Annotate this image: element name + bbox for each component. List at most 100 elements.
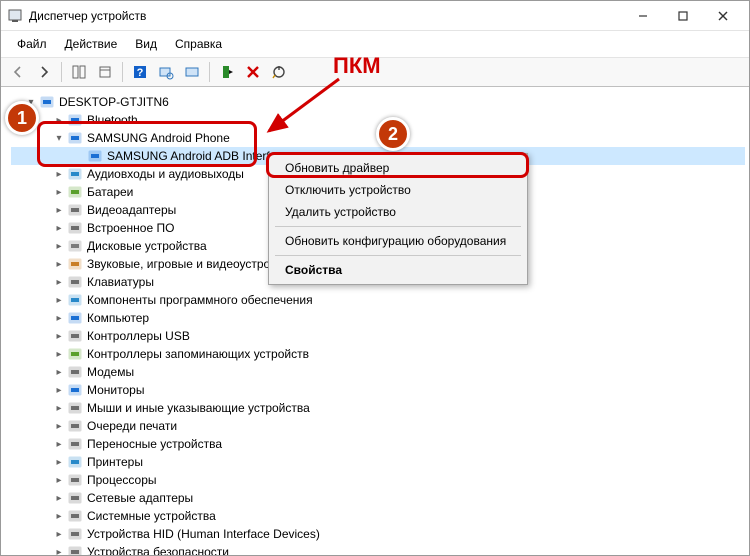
expand-icon[interactable]: ▸ bbox=[53, 403, 65, 414]
tree-category[interactable]: ▸ Устройства безопасности bbox=[11, 543, 745, 555]
tb-forward-button[interactable] bbox=[33, 61, 55, 83]
tb-uninstall-button[interactable] bbox=[242, 61, 264, 83]
tree-category-label: Мониторы bbox=[87, 383, 144, 397]
minimize-button[interactable] bbox=[623, 3, 663, 29]
phone-icon bbox=[67, 130, 83, 146]
toolbar-separator bbox=[209, 62, 210, 82]
annotation-step-2: 2 bbox=[376, 117, 410, 151]
tb-show-hide-tree-button[interactable] bbox=[68, 61, 90, 83]
tree-category-label: Контроллеры USB bbox=[87, 329, 190, 343]
audio-icon bbox=[67, 166, 83, 182]
phone-icon bbox=[87, 148, 103, 164]
expand-icon[interactable]: ▸ bbox=[53, 223, 65, 234]
expand-icon[interactable]: ▸ bbox=[53, 241, 65, 252]
window-title: Диспетчер устройств bbox=[29, 9, 623, 23]
tree-category-label: Компьютер bbox=[87, 311, 149, 325]
tb-disable-button[interactable] bbox=[268, 61, 290, 83]
expand-icon[interactable]: ▸ bbox=[53, 277, 65, 288]
expand-icon[interactable]: ▸ bbox=[53, 385, 65, 396]
expand-icon[interactable]: ▸ bbox=[53, 367, 65, 378]
security-icon bbox=[67, 544, 83, 555]
expand-icon[interactable]: ▸ bbox=[53, 169, 65, 180]
tree-root-label: DESKTOP-GTJITN6 bbox=[59, 95, 169, 109]
tree-category-label: Мыши и иные указывающие устройства bbox=[87, 401, 310, 415]
expand-icon[interactable]: ▸ bbox=[53, 511, 65, 522]
tree-category[interactable]: ▸ Процессоры bbox=[11, 471, 745, 489]
tree-category[interactable]: ▸ Модемы bbox=[11, 363, 745, 381]
tree-category-label: Переносные устройства bbox=[87, 437, 222, 451]
context-menu-item[interactable]: Обновить драйвер bbox=[271, 157, 525, 179]
tree-category[interactable]: ▸ Сетевые адаптеры bbox=[11, 489, 745, 507]
maximize-button[interactable] bbox=[663, 3, 703, 29]
expand-icon[interactable]: ▸ bbox=[53, 349, 65, 360]
tree-category[interactable]: ▸ Мыши и иные указывающие устройства bbox=[11, 399, 745, 417]
tree-category[interactable]: ▸ Принтеры bbox=[11, 453, 745, 471]
tree-category-label: Модемы bbox=[87, 365, 134, 379]
tb-properties-button[interactable] bbox=[94, 61, 116, 83]
printer-icon bbox=[67, 454, 83, 470]
modem-icon bbox=[67, 364, 83, 380]
context-menu-item[interactable]: Отключить устройство bbox=[271, 179, 525, 201]
annotation-step-1: 1 bbox=[5, 101, 39, 135]
tree-category[interactable]: ▸ Устройства HID (Human Interface Device… bbox=[11, 525, 745, 543]
printqueue-icon bbox=[67, 418, 83, 434]
tree-category-label: Видеоадаптеры bbox=[87, 203, 176, 217]
tree-category[interactable]: ▸ Контроллеры USB bbox=[11, 327, 745, 345]
expand-icon[interactable]: ▸ bbox=[53, 313, 65, 324]
expand-icon[interactable]: ▸ bbox=[53, 547, 65, 556]
expand-icon[interactable]: ▸ bbox=[53, 529, 65, 540]
tree-category[interactable]: ▸ Контроллеры запоминающих устройств bbox=[11, 345, 745, 363]
expand-icon[interactable]: ▸ bbox=[53, 187, 65, 198]
tree-category[interactable]: ▸ Мониторы bbox=[11, 381, 745, 399]
expand-icon[interactable]: ▸ bbox=[53, 457, 65, 468]
context-menu-separator bbox=[275, 255, 521, 256]
firmware-icon bbox=[67, 220, 83, 236]
tb-scan-hardware-button[interactable] bbox=[155, 61, 177, 83]
tb-help-button[interactable]: ? bbox=[129, 61, 151, 83]
menu-view[interactable]: Вид bbox=[127, 35, 165, 53]
storage-icon bbox=[67, 346, 83, 362]
tree-category-label: Звуковые, игровые и видеоустрой bbox=[87, 257, 277, 271]
software-icon bbox=[67, 292, 83, 308]
tree-category[interactable]: ▸ Переносные устройства bbox=[11, 435, 745, 453]
tb-enable-button[interactable] bbox=[216, 61, 238, 83]
device-manager-window: Диспетчер устройств Файл Действие Вид Сп… bbox=[0, 0, 750, 556]
expand-icon[interactable]: ▸ bbox=[53, 421, 65, 432]
system-icon bbox=[67, 508, 83, 524]
menu-help[interactable]: Справка bbox=[167, 35, 230, 53]
expand-icon[interactable]: ▾ bbox=[53, 133, 65, 144]
context-menu-item[interactable]: Удалить устройство bbox=[271, 201, 525, 223]
mouse-icon bbox=[67, 400, 83, 416]
keyboard-icon bbox=[67, 274, 83, 290]
expand-icon[interactable]: ▸ bbox=[53, 475, 65, 486]
tree-category-label: Системные устройства bbox=[87, 509, 216, 523]
expand-icon[interactable]: ▸ bbox=[53, 331, 65, 342]
menu-file[interactable]: Файл bbox=[9, 35, 55, 53]
tree-category[interactable]: ▸ Очереди печати bbox=[11, 417, 745, 435]
expand-icon[interactable]: ▸ bbox=[53, 439, 65, 450]
battery-icon bbox=[67, 184, 83, 200]
tree-root[interactable]: ▾ DESKTOP-GTJITN6 bbox=[11, 93, 745, 111]
expand-icon[interactable]: ▸ bbox=[53, 115, 65, 126]
context-menu-item[interactable]: Свойства bbox=[271, 259, 525, 281]
tree-category-label: Сетевые адаптеры bbox=[87, 491, 193, 505]
expand-icon[interactable]: ▸ bbox=[53, 493, 65, 504]
toolbar-separator bbox=[61, 62, 62, 82]
tree-category[interactable]: ▸ Компьютер bbox=[11, 309, 745, 327]
tree-category[interactable]: ▸ Системные устройства bbox=[11, 507, 745, 525]
tb-back-button[interactable] bbox=[7, 61, 29, 83]
tree-category-label: Принтеры bbox=[87, 455, 143, 469]
tb-update-driver-button[interactable] bbox=[181, 61, 203, 83]
tree-category[interactable]: ▸ Компоненты программного обеспечения bbox=[11, 291, 745, 309]
app-icon bbox=[7, 8, 23, 24]
close-button[interactable] bbox=[703, 3, 743, 29]
video-icon bbox=[67, 202, 83, 218]
expand-icon[interactable]: ▸ bbox=[53, 205, 65, 216]
expand-icon[interactable]: ▸ bbox=[53, 295, 65, 306]
tree-category-label: Компоненты программного обеспечения bbox=[87, 293, 313, 307]
context-menu-item[interactable]: Обновить конфигурацию оборудования bbox=[271, 230, 525, 252]
expand-icon[interactable]: ▸ bbox=[53, 259, 65, 270]
network-icon bbox=[67, 490, 83, 506]
menu-action[interactable]: Действие bbox=[57, 35, 126, 53]
context-menu: Обновить драйверОтключить устройствоУдал… bbox=[268, 153, 528, 285]
